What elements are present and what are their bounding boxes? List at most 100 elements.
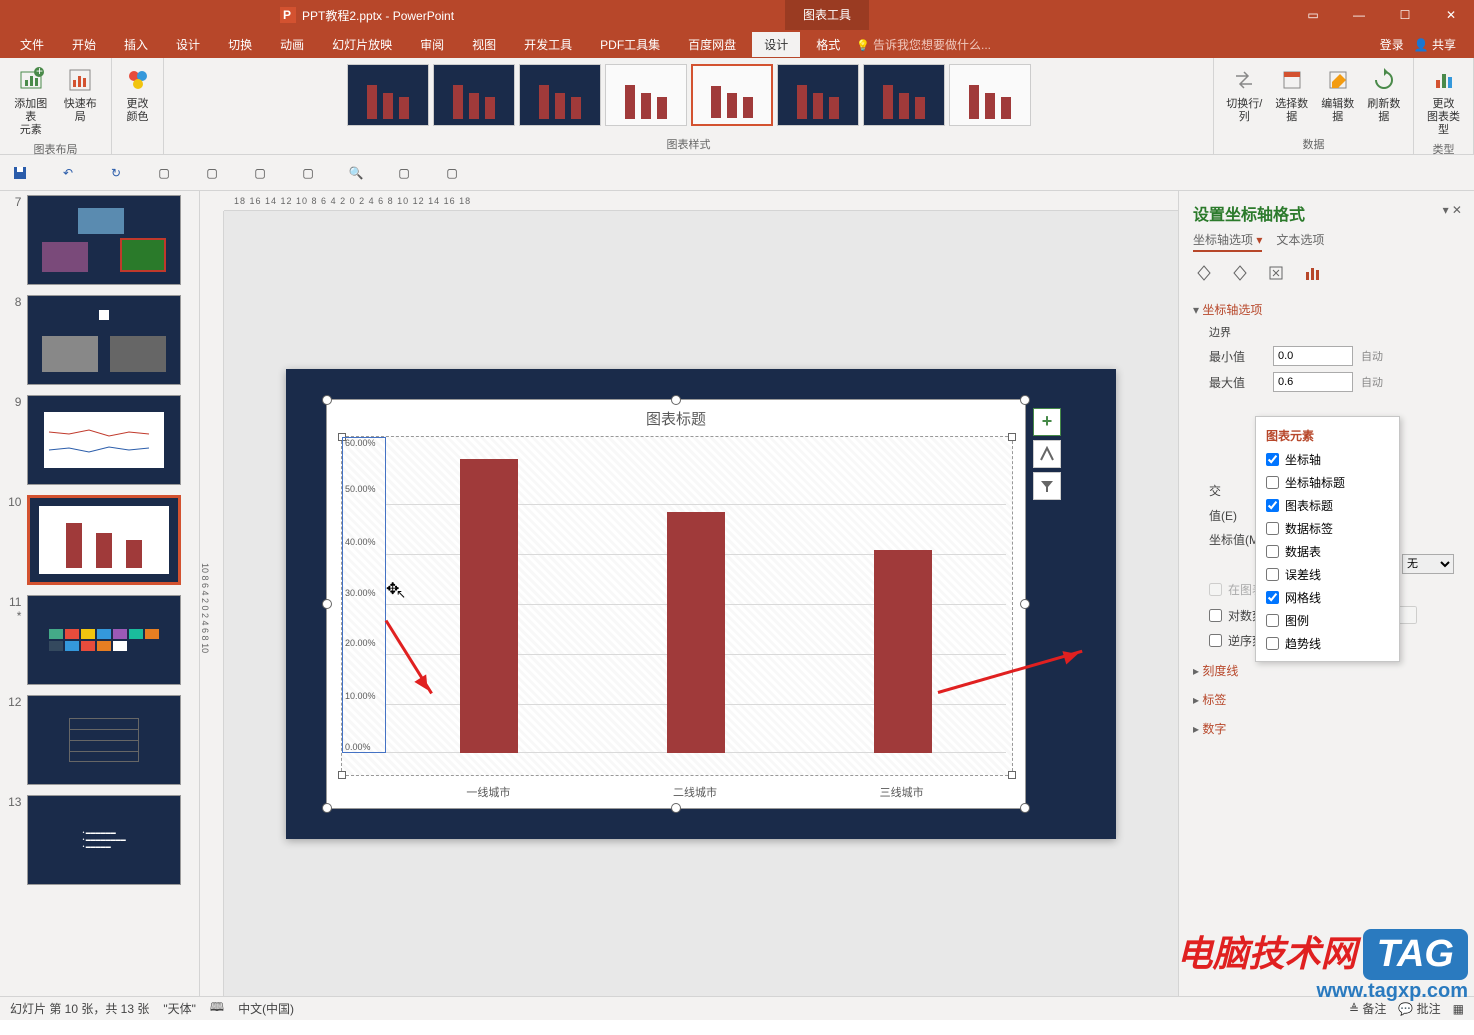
qat-btn-6[interactable]: ▢ — [250, 163, 270, 183]
qat-btn-7[interactable]: ▢ — [298, 163, 318, 183]
ribbon-options-icon[interactable]: ▭ — [1290, 0, 1336, 30]
chk-legend[interactable]: 图例 — [1256, 609, 1399, 632]
axis-options-icon[interactable] — [1301, 262, 1323, 284]
slide-counter[interactable]: 幻灯片 第 10 张，共 13 张 — [10, 1000, 149, 1017]
chart-style-8[interactable] — [949, 64, 1031, 126]
chart-style-6[interactable] — [777, 64, 859, 126]
tab-design[interactable]: 设计 — [164, 32, 212, 57]
redo-icon[interactable]: ↻ — [106, 163, 126, 183]
plot-handle[interactable] — [338, 771, 346, 779]
slide-thumb-12[interactable]: 12 — [8, 695, 181, 785]
resize-handle[interactable] — [322, 395, 332, 405]
tab-chart-design[interactable]: 设计 — [752, 32, 800, 57]
plot-handle[interactable] — [1008, 771, 1016, 779]
tab-pdf[interactable]: PDF工具集 — [588, 32, 672, 57]
tab-animations[interactable]: 动画 — [268, 32, 316, 57]
tab-review[interactable]: 审阅 — [408, 32, 456, 57]
tab-slideshow[interactable]: 幻灯片放映 — [320, 32, 404, 57]
plot-handle[interactable] — [1008, 433, 1016, 441]
chart-style-3[interactable] — [519, 64, 601, 126]
qat-btn-9[interactable]: ▢ — [394, 163, 414, 183]
y-axis-selected[interactable]: 0.00% 10.00% 20.00% 30.00% 40.00% 50.00%… — [342, 437, 386, 753]
panel-close-icon[interactable]: ▾ ✕ — [1443, 203, 1462, 217]
chart-object[interactable]: 图表标题 0.00% 10.00% 20.00% 30.00% — [326, 399, 1026, 809]
resize-handle[interactable] — [1020, 803, 1030, 813]
quick-layout-button[interactable]: 快速布局 — [58, 62, 104, 126]
resize-handle[interactable] — [671, 395, 681, 405]
chk-data-table[interactable]: 数据表 — [1256, 540, 1399, 563]
tab-file[interactable]: 文件 — [8, 32, 56, 57]
slide-canvas[interactable]: 图表标题 0.00% 10.00% 20.00% 30.00% — [224, 211, 1178, 996]
tab-transitions[interactable]: 切换 — [216, 32, 264, 57]
select-data-button[interactable]: 选择数据 — [1271, 62, 1313, 126]
display-unit-select[interactable]: 无 — [1402, 554, 1454, 574]
section-axis-options[interactable]: 坐标轴选项 — [1193, 298, 1460, 321]
edit-data-button[interactable]: 编辑数 据 — [1317, 62, 1359, 126]
qat-btn-4[interactable]: ▢ — [154, 163, 174, 183]
switch-row-col-button[interactable]: 切换行/列 — [1222, 62, 1267, 126]
slide-thumb-9[interactable]: 9 — [8, 395, 181, 485]
section-tickmarks[interactable]: 刻度线 — [1193, 659, 1460, 682]
tab-view[interactable]: 视图 — [460, 32, 508, 57]
fill-icon[interactable] — [1193, 262, 1215, 284]
chart-style-7[interactable] — [863, 64, 945, 126]
chart-title[interactable]: 图表标题 — [327, 400, 1025, 437]
slide-thumb-8[interactable]: 8 — [8, 295, 181, 385]
tab-insert[interactable]: 插入 — [112, 32, 160, 57]
maximize-icon[interactable]: ☐ — [1382, 0, 1428, 30]
change-colors-button[interactable]: 更改 颜色 — [117, 62, 159, 126]
resize-handle[interactable] — [1020, 599, 1030, 609]
tab-developer[interactable]: 开发工具 — [512, 32, 584, 57]
size-icon[interactable] — [1265, 262, 1287, 284]
plot-area[interactable]: 0.00% 10.00% 20.00% 30.00% 40.00% 50.00%… — [341, 436, 1013, 776]
resize-handle[interactable] — [1020, 395, 1030, 405]
save-icon[interactable] — [10, 163, 30, 183]
share-button[interactable]: 👤 共享 — [1414, 36, 1456, 53]
max-input[interactable] — [1273, 372, 1353, 392]
bar-3[interactable] — [874, 550, 932, 753]
chart-styles-gallery[interactable] — [345, 62, 1033, 130]
vertical-ruler[interactable]: 10 8 6 4 2 0 2 4 6 8 10 — [200, 211, 224, 996]
language-indicator[interactable]: 中文(中国) — [238, 1000, 294, 1017]
chart-filters-button[interactable] — [1033, 472, 1061, 500]
resize-handle[interactable] — [671, 803, 681, 813]
resize-handle[interactable] — [322, 599, 332, 609]
chk-chart-title[interactable]: 图表标题 — [1256, 494, 1399, 517]
chk-trendline[interactable]: 趋势线 — [1256, 632, 1399, 655]
tab-axis-options[interactable]: 坐标轴选项 ▾ — [1193, 231, 1262, 252]
slide-thumb-11[interactable]: 11* — [8, 595, 181, 685]
minimize-icon[interactable]: — — [1336, 0, 1382, 30]
chart-styles-button[interactable] — [1033, 440, 1061, 468]
section-labels[interactable]: 标签 — [1193, 688, 1460, 711]
spellcheck-icon[interactable]: 🕮 — [210, 998, 224, 1019]
chk-axes[interactable]: 坐标轴 — [1256, 448, 1399, 471]
qat-btn-5[interactable]: ▢ — [202, 163, 222, 183]
close-icon[interactable]: ✕ — [1428, 0, 1474, 30]
slide-thumb-7[interactable]: 7 — [8, 195, 181, 285]
undo-icon[interactable]: ↶ — [58, 163, 78, 183]
tell-me-box[interactable]: 💡 告诉我您想要做什么... — [856, 36, 991, 53]
chk-gridlines[interactable]: 网格线 — [1256, 586, 1399, 609]
login-link[interactable]: 登录 — [1380, 36, 1404, 53]
chk-axis-titles[interactable]: 坐标轴标题 — [1256, 471, 1399, 494]
tab-chart-format[interactable]: 格式 — [804, 32, 852, 57]
chart-style-5[interactable] — [691, 64, 773, 126]
chart-style-4[interactable] — [605, 64, 687, 126]
add-chart-element-button[interactable]: + 添加图表 元素 — [8, 62, 54, 139]
chart-style-2[interactable] — [433, 64, 515, 126]
min-input[interactable] — [1273, 346, 1353, 366]
current-slide[interactable]: 图表标题 0.00% 10.00% 20.00% 30.00% — [286, 369, 1116, 839]
chk-error-bars[interactable]: 误差线 — [1256, 563, 1399, 586]
chart-elements-button[interactable]: + — [1033, 408, 1061, 436]
tab-text-options[interactable]: 文本选项 — [1276, 231, 1324, 252]
slide-thumb-10[interactable]: 10 — [8, 495, 181, 585]
tab-home[interactable]: 开始 — [60, 32, 108, 57]
chk-data-labels[interactable]: 数据标签 — [1256, 517, 1399, 540]
tab-baidu[interactable]: 百度网盘 — [676, 32, 748, 57]
section-number[interactable]: 数字 — [1193, 717, 1460, 740]
bar-2[interactable] — [667, 512, 725, 752]
refresh-data-button[interactable]: 刷新数据 — [1363, 62, 1405, 126]
resize-handle[interactable] — [322, 803, 332, 813]
horizontal-ruler[interactable]: 18 16 14 12 10 8 6 4 2 0 2 4 6 8 10 12 1… — [224, 191, 1178, 211]
normal-view-icon[interactable]: ▦ — [1453, 1002, 1464, 1016]
